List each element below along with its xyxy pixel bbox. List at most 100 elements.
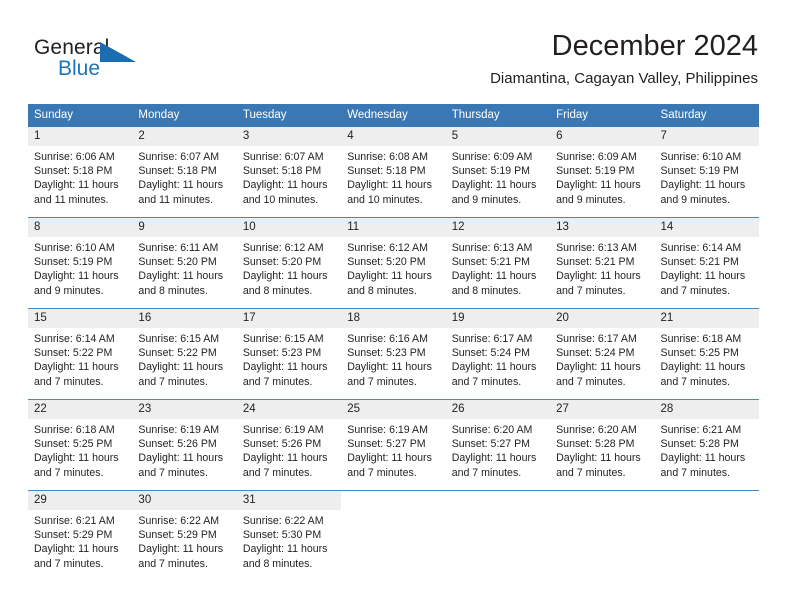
- sunrise-text: Sunrise: 6:11 AM: [138, 242, 219, 254]
- sunset-text: Sunset: 5:19 PM: [556, 165, 635, 178]
- day-cell[interactable]: 3 Sunrise: 6:07 AM Sunset: 5:18 PM Daylight…: [236, 127, 342, 210]
- day-details: Sunrise: 6:12 AM Sunset: 5:20 PM Daylight:…: [341, 237, 445, 298]
- daylight-text-line1: Daylight: 11 hours: [660, 270, 746, 283]
- daylight-text-line2: and 8 minutes.: [347, 284, 417, 297]
- day-number: 26: [445, 400, 551, 419]
- sunset-text: Sunset: 5:19 PM: [660, 165, 739, 178]
- logo-text-blue: Blue: [58, 57, 101, 80]
- day-cell[interactable]: 25 Sunrise: 6:19 AM Sunset: 5:27 PM Dayligh…: [341, 400, 446, 483]
- sunset-text: Sunset: 5:24 PM: [556, 347, 635, 360]
- week-row: 1 Sunrise: 6:06 AM Sunset: 5:18 PM Daylight…: [28, 127, 759, 210]
- day-cell[interactable]: 9 Sunrise: 6:11 AM Sunset: 5:20 PM Daylight…: [132, 218, 237, 301]
- sunset-text: Sunset: 5:28 PM: [556, 438, 635, 451]
- day-cell[interactable]: 12 Sunrise: 6:13 AM Sunset: 5:21 PM Dayligh…: [445, 218, 551, 301]
- day-details: Sunrise: 6:15 AM Sunset: 5:23 PM Daylight:…: [237, 328, 341, 389]
- day-cell[interactable]: 7 Sunrise: 6:10 AM Sunset: 5:19 PM Daylight…: [654, 127, 759, 210]
- day-details: Sunrise: 6:21 AM Sunset: 5:28 PM Daylight:…: [655, 419, 759, 480]
- sunset-text: Sunset: 5:20 PM: [138, 256, 217, 269]
- day-cell[interactable]: 28 Sunrise: 6:21 AM Sunset: 5:28 PM Dayligh…: [654, 400, 759, 483]
- day-cell[interactable]: 17 Sunrise: 6:15 AM Sunset: 5:23 PM Dayligh…: [236, 309, 342, 392]
- day-cell[interactable]: 19 Sunrise: 6:17 AM Sunset: 5:24 PM Dayligh…: [445, 309, 551, 392]
- daylight-text-line1: Daylight: 11 hours: [347, 361, 432, 374]
- day-cell[interactable]: 1 Sunrise: 6:06 AM Sunset: 5:18 PM Daylight…: [28, 127, 133, 210]
- sunset-text: Sunset: 5:26 PM: [242, 438, 322, 451]
- daylight-text-line1: Daylight: 11 hours: [556, 452, 641, 465]
- sunrise-text: Sunrise: 6:06 AM: [34, 151, 115, 163]
- day-number: 24: [236, 400, 342, 419]
- weekday-header-row: Sunday Monday Tuesday Wednesday Thursday…: [28, 104, 759, 127]
- day-cell[interactable]: 16 Sunrise: 6:15 AM Sunset: 5:22 PM Dayligh…: [132, 309, 237, 392]
- daylight-text-line2: and 10 minutes.: [347, 193, 423, 206]
- day-cell[interactable]: 2 Sunrise: 6:07 AM Sunset: 5:18 PM Daylight…: [132, 127, 237, 210]
- day-cell[interactable]: 27 Sunrise: 6:20 AM Sunset: 5:28 PM Dayligh…: [550, 400, 655, 483]
- sunset-text: Sunset: 5:29 PM: [34, 529, 113, 542]
- daylight-text-line2: and 7 minutes.: [347, 466, 417, 479]
- day-cell[interactable]: 5 Sunrise: 6:09 AM Sunset: 5:19 PM Daylight…: [445, 127, 551, 210]
- day-number: 13: [550, 218, 655, 237]
- day-details: Sunrise: 6:22 AM Sunset: 5:29 PM Daylight:…: [132, 510, 236, 571]
- day-cell[interactable]: 15 Sunrise: 6:14 AM Sunset: 5:22 PM Dayligh…: [28, 309, 133, 392]
- day-cell-empty: [654, 491, 759, 574]
- day-number: 7: [654, 127, 759, 146]
- title-block: December 2024 Diamantina, Cagayan Valley…: [490, 28, 758, 88]
- day-number: 3: [236, 127, 342, 146]
- daylight-text-line2: and 7 minutes.: [34, 466, 104, 479]
- day-details: Sunrise: 6:22 AM Sunset: 5:30 PM Daylight:…: [237, 510, 341, 571]
- day-cell[interactable]: 29 Sunrise: 6:21 AM Sunset: 5:29 PM Dayligh…: [28, 491, 133, 574]
- day-details: Sunrise: 6:20 AM Sunset: 5:27 PM Daylight:…: [446, 419, 550, 480]
- day-cell-empty: [445, 491, 551, 574]
- sunrise-text: Sunrise: 6:22 AM: [242, 515, 324, 527]
- sunset-text: Sunset: 5:22 PM: [138, 347, 217, 360]
- day-cell[interactable]: 14 Sunrise: 6:14 AM Sunset: 5:21 PM Dayligh…: [654, 218, 759, 301]
- day-details: Sunrise: 6:12 AM Sunset: 5:20 PM Daylight:…: [237, 237, 341, 298]
- daylight-text-line2: and 7 minutes.: [451, 375, 522, 388]
- page-header: General Blue December 2024 Diamantina, C…: [0, 0, 792, 100]
- daylight-text-line2: and 7 minutes.: [138, 466, 208, 479]
- day-details: Sunrise: 6:18 AM Sunset: 5:25 PM Daylight:…: [28, 419, 132, 480]
- day-cell[interactable]: 4 Sunrise: 6:08 AM Sunset: 5:18 PM Daylight…: [341, 127, 446, 210]
- day-cell[interactable]: 23 Sunrise: 6:19 AM Sunset: 5:26 PM Dayligh…: [132, 400, 237, 483]
- day-number: 1: [28, 127, 133, 146]
- daylight-text-line1: Daylight: 11 hours: [242, 361, 328, 374]
- day-cell[interactable]: 26 Sunrise: 6:20 AM Sunset: 5:27 PM Dayligh…: [445, 400, 551, 483]
- day-cell[interactable]: 31 Sunrise: 6:22 AM Sunset: 5:30 PM Dayligh…: [236, 491, 342, 574]
- daylight-text-line2: and 7 minutes.: [556, 375, 626, 388]
- day-details: Sunrise: 6:13 AM Sunset: 5:21 PM Daylight:…: [446, 237, 550, 298]
- daylight-text-line1: Daylight: 11 hours: [660, 361, 746, 374]
- day-number: 6: [550, 127, 655, 146]
- day-details: Sunrise: 6:11 AM Sunset: 5:20 PM Daylight:…: [132, 237, 236, 298]
- day-cell[interactable]: 30 Sunrise: 6:22 AM Sunset: 5:29 PM Dayligh…: [132, 491, 237, 574]
- day-details: Sunrise: 6:09 AM Sunset: 5:19 PM Daylight:…: [446, 146, 550, 207]
- day-cell[interactable]: 13 Sunrise: 6:13 AM Sunset: 5:21 PM Dayligh…: [550, 218, 655, 301]
- day-number: 21: [654, 309, 759, 328]
- sunset-text: Sunset: 5:25 PM: [34, 438, 113, 451]
- daylight-text-line2: and 9 minutes.: [34, 284, 104, 297]
- daylight-text-line2: and 7 minutes.: [660, 284, 731, 297]
- calendar-grid: Sunday Monday Tuesday Wednesday Thursday…: [28, 104, 759, 574]
- day-cell[interactable]: 8 Sunrise: 6:10 AM Sunset: 5:19 PM Daylight…: [28, 218, 133, 301]
- daylight-text-line1: Daylight: 11 hours: [347, 270, 432, 283]
- sunset-text: Sunset: 5:19 PM: [451, 165, 531, 178]
- daylight-text-line2: and 9 minutes.: [660, 193, 731, 206]
- daylight-text-line2: and 10 minutes.: [242, 193, 319, 206]
- sunset-text: Sunset: 5:22 PM: [34, 347, 113, 360]
- day-number: [445, 491, 551, 510]
- day-cell[interactable]: 24 Sunrise: 6:19 AM Sunset: 5:26 PM Dayligh…: [236, 400, 342, 483]
- day-cell[interactable]: 10 Sunrise: 6:12 AM Sunset: 5:20 PM Dayligh…: [236, 218, 342, 301]
- day-cell[interactable]: 22 Sunrise: 6:18 AM Sunset: 5:25 PM Dayligh…: [28, 400, 133, 483]
- day-details: [655, 510, 759, 514]
- day-cell[interactable]: 18 Sunrise: 6:16 AM Sunset: 5:23 PM Dayligh…: [341, 309, 446, 392]
- day-cell[interactable]: 21 Sunrise: 6:18 AM Sunset: 5:25 PM Dayligh…: [654, 309, 759, 392]
- week-row: 15 Sunrise: 6:14 AM Sunset: 5:22 PM Dayligh…: [28, 308, 759, 392]
- sunset-text: Sunset: 5:21 PM: [556, 256, 635, 269]
- daylight-text-line2: and 7 minutes.: [347, 375, 417, 388]
- day-cell[interactable]: 11 Sunrise: 6:12 AM Sunset: 5:20 PM Dayligh…: [341, 218, 446, 301]
- day-details: Sunrise: 6:10 AM Sunset: 5:19 PM Daylight:…: [655, 146, 759, 207]
- day-cell[interactable]: 6 Sunrise: 6:09 AM Sunset: 5:19 PM Daylight…: [550, 127, 655, 210]
- day-cell[interactable]: 20 Sunrise: 6:17 AM Sunset: 5:24 PM Dayligh…: [550, 309, 655, 392]
- day-details: Sunrise: 6:17 AM Sunset: 5:24 PM Daylight:…: [446, 328, 550, 389]
- day-number: 16: [132, 309, 237, 328]
- sunrise-text: Sunrise: 6:19 AM: [347, 424, 428, 436]
- weeks-container: 1 Sunrise: 6:06 AM Sunset: 5:18 PM Daylight…: [28, 127, 759, 574]
- daylight-text-line2: and 8 minutes.: [138, 284, 208, 297]
